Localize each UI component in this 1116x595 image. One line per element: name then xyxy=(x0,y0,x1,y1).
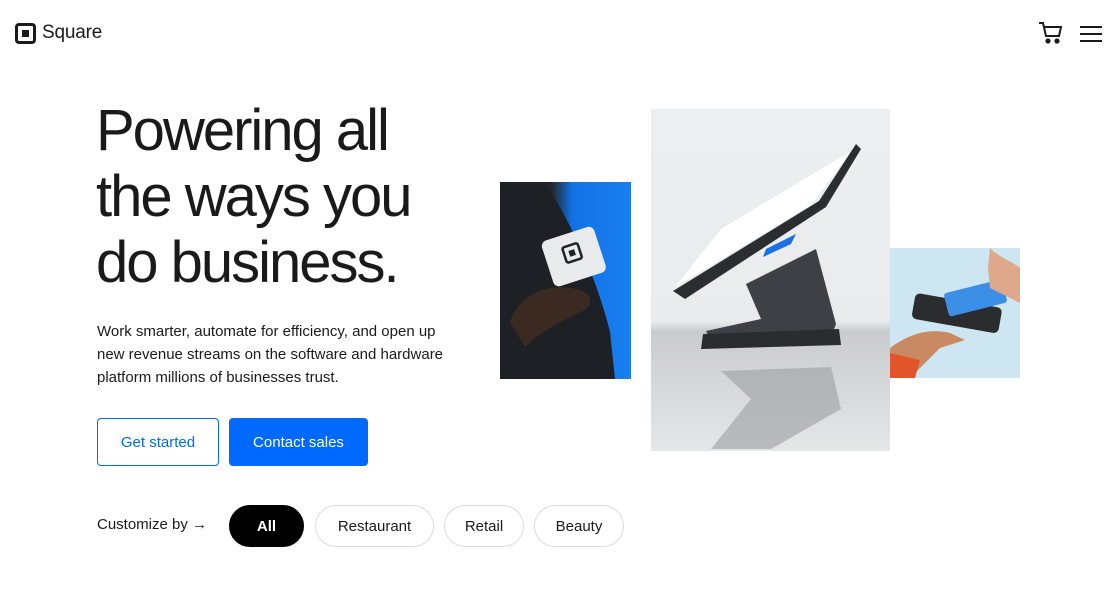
menu-icon xyxy=(1079,26,1103,42)
register-image xyxy=(651,109,890,451)
customize-label: Customize by → xyxy=(97,516,208,533)
menu-button[interactable] xyxy=(1079,22,1103,44)
contact-sales-button[interactable]: Contact sales xyxy=(229,418,368,466)
headline-line: do business. xyxy=(96,230,400,295)
headline-line: Powering all xyxy=(96,98,390,163)
square-logo-icon xyxy=(15,22,36,44)
filter-pill-restaurant[interactable]: Restaurant xyxy=(315,505,434,547)
tap-to-pay-image xyxy=(890,248,1020,378)
headline-line: the ways you xyxy=(96,164,413,229)
hero-subtext: Work smarter, automate for efficiency, a… xyxy=(97,323,444,386)
filter-pill-all[interactable]: All xyxy=(229,505,304,547)
reader-image xyxy=(500,182,631,379)
filter-pill-retail[interactable]: Retail xyxy=(444,505,524,547)
filter-pill-beauty[interactable]: Beauty xyxy=(534,505,624,547)
brand-name: Square xyxy=(42,22,103,43)
cart-button[interactable] xyxy=(1038,21,1064,45)
brand-logo[interactable]: Square xyxy=(15,22,102,44)
cart-icon xyxy=(1039,22,1063,44)
get-started-button[interactable]: Get started xyxy=(97,418,219,466)
hero-headline: Powering all the ways you do business. xyxy=(96,98,496,296)
